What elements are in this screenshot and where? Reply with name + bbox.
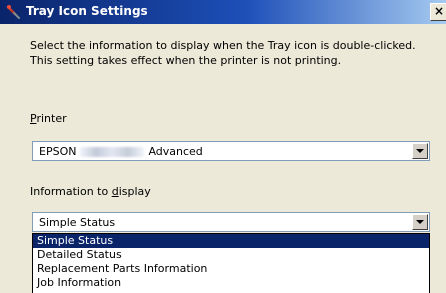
printer-wrench-icon xyxy=(6,4,22,20)
dropdown-option-replacement-parts[interactable]: Replacement Parts Information xyxy=(33,262,429,276)
printer-dropdown-button[interactable] xyxy=(412,143,428,159)
printer-label-rest: rinter xyxy=(36,112,67,125)
info-dropdown-list: Simple Status Detailed Status Replacemen… xyxy=(32,233,430,293)
dropdown-option-simple-status[interactable]: Simple Status xyxy=(33,234,429,248)
info-display-label: Information to display xyxy=(30,185,151,198)
description-text: Select the information to display when t… xyxy=(30,39,416,67)
printer-select[interactable]: EPSON Advanced xyxy=(32,141,430,161)
tray-icon-settings-dialog: Tray Icon Settings × Select the informat… xyxy=(0,0,446,293)
redacted-model xyxy=(80,147,145,157)
info-label-pre: Information to xyxy=(30,185,112,198)
dropdown-option-detailed-status[interactable]: Detailed Status xyxy=(33,248,429,262)
printer-edition: Advanced xyxy=(148,145,203,158)
printer-select-value: EPSON Advanced xyxy=(39,145,203,158)
info-dropdown-button[interactable] xyxy=(412,214,428,230)
title-bar[interactable]: Tray Icon Settings × xyxy=(0,0,446,24)
dropdown-option-job-information[interactable]: Job Information xyxy=(33,276,429,290)
printer-brand: EPSON xyxy=(39,145,77,158)
window-title: Tray Icon Settings xyxy=(26,4,148,18)
info-label-accel: d xyxy=(111,185,119,198)
info-display-select[interactable]: Simple Status xyxy=(32,212,430,232)
info-label-post: isplay xyxy=(118,185,151,198)
info-display-select-value: Simple Status xyxy=(39,216,116,229)
printer-label: Printer xyxy=(30,112,67,125)
close-button[interactable]: × xyxy=(430,3,446,21)
